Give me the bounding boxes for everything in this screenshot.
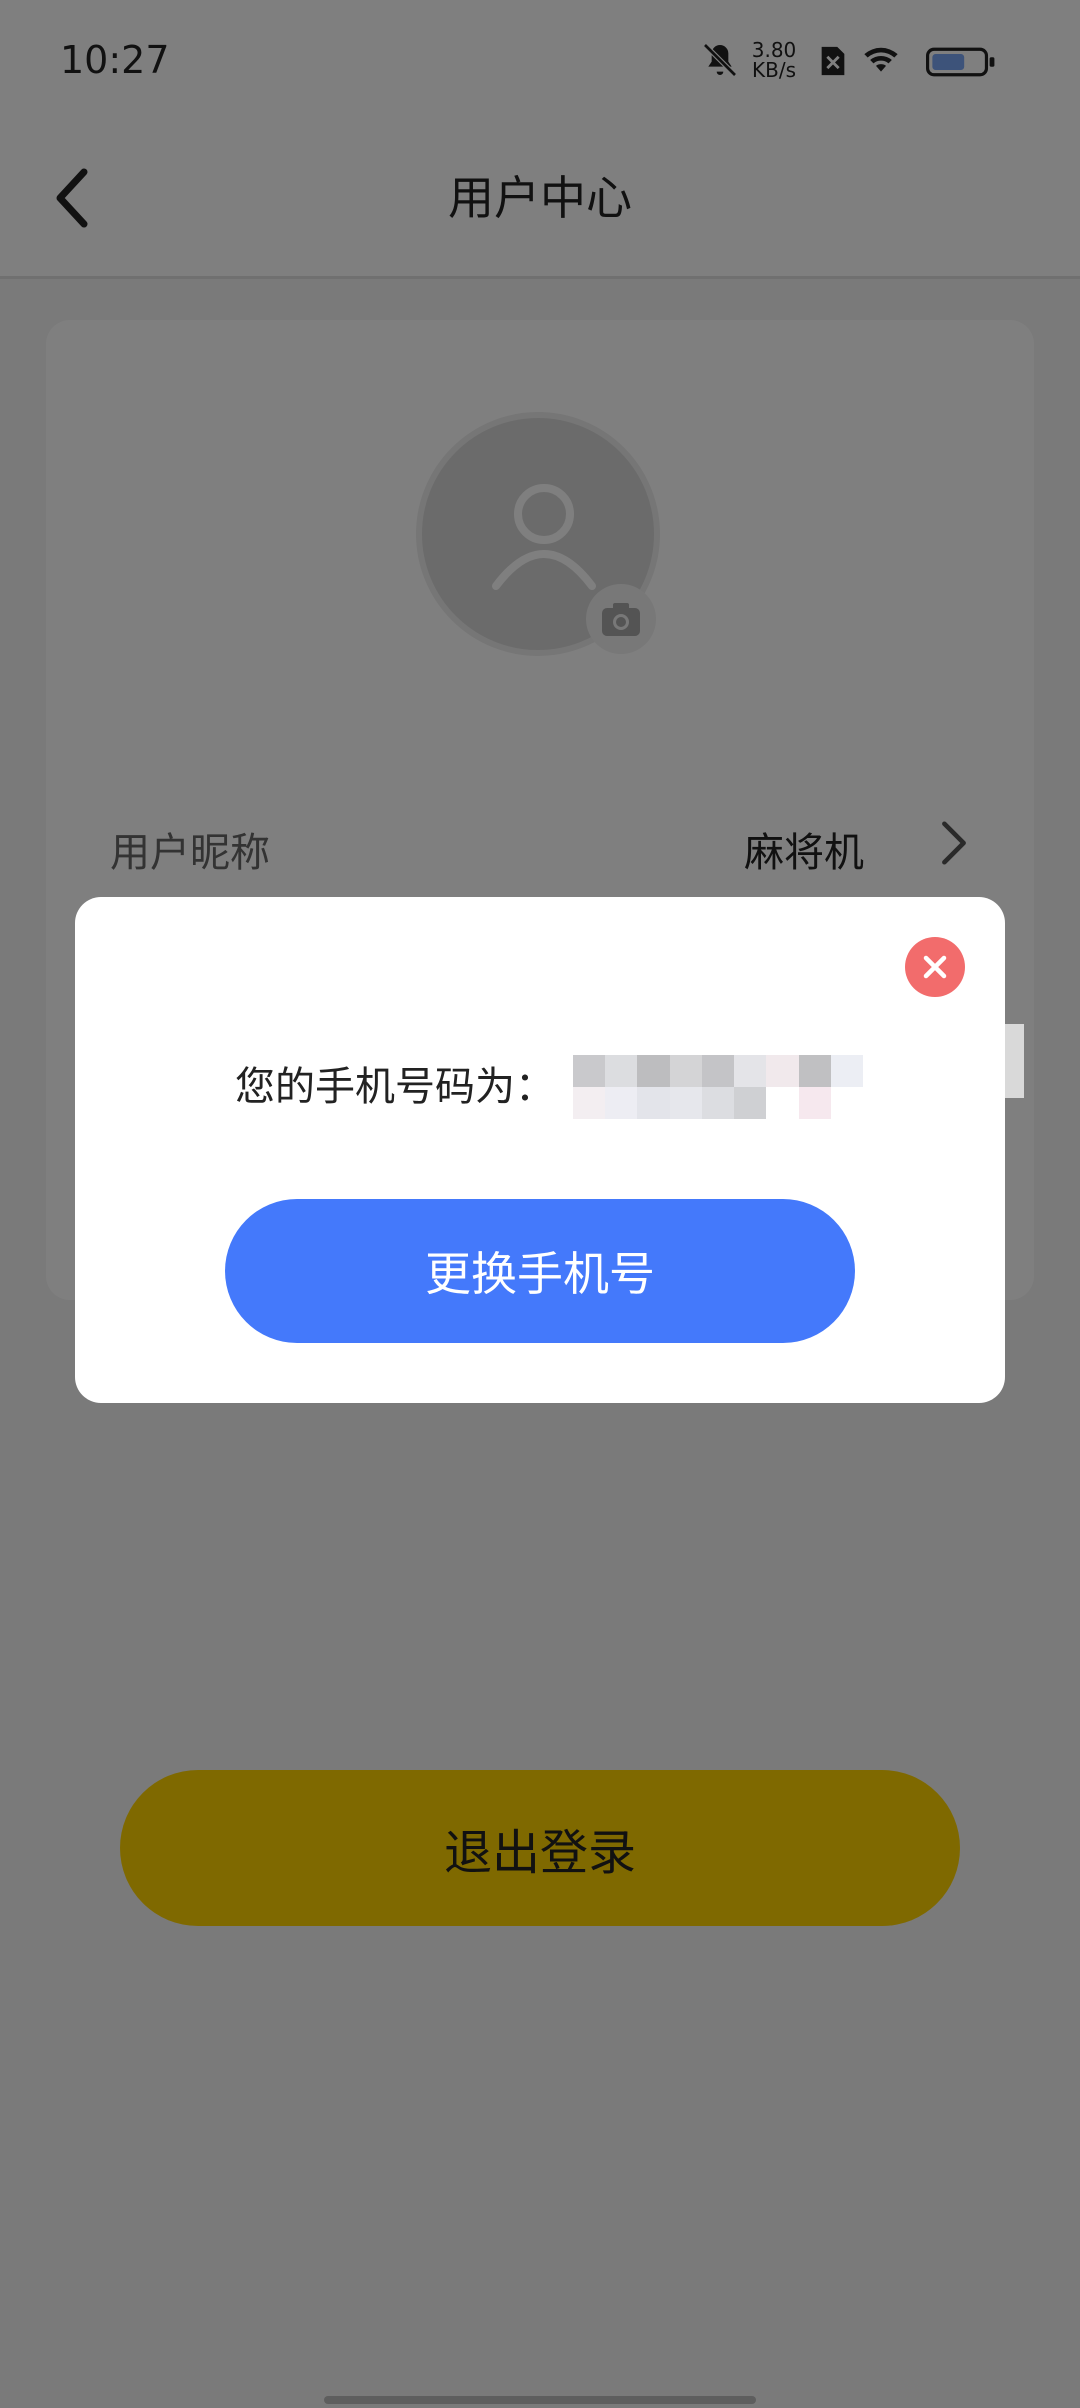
close-icon [923,955,947,979]
phone-label: 您的手机号码为： [235,1064,555,1110]
phone-number-masked [573,1055,863,1119]
change-phone-button[interactable]: 更换手机号 [225,1199,855,1343]
close-button[interactable] [905,937,965,997]
phone-dialog: 您的手机号码为： 更换手机号 [75,897,1005,1403]
